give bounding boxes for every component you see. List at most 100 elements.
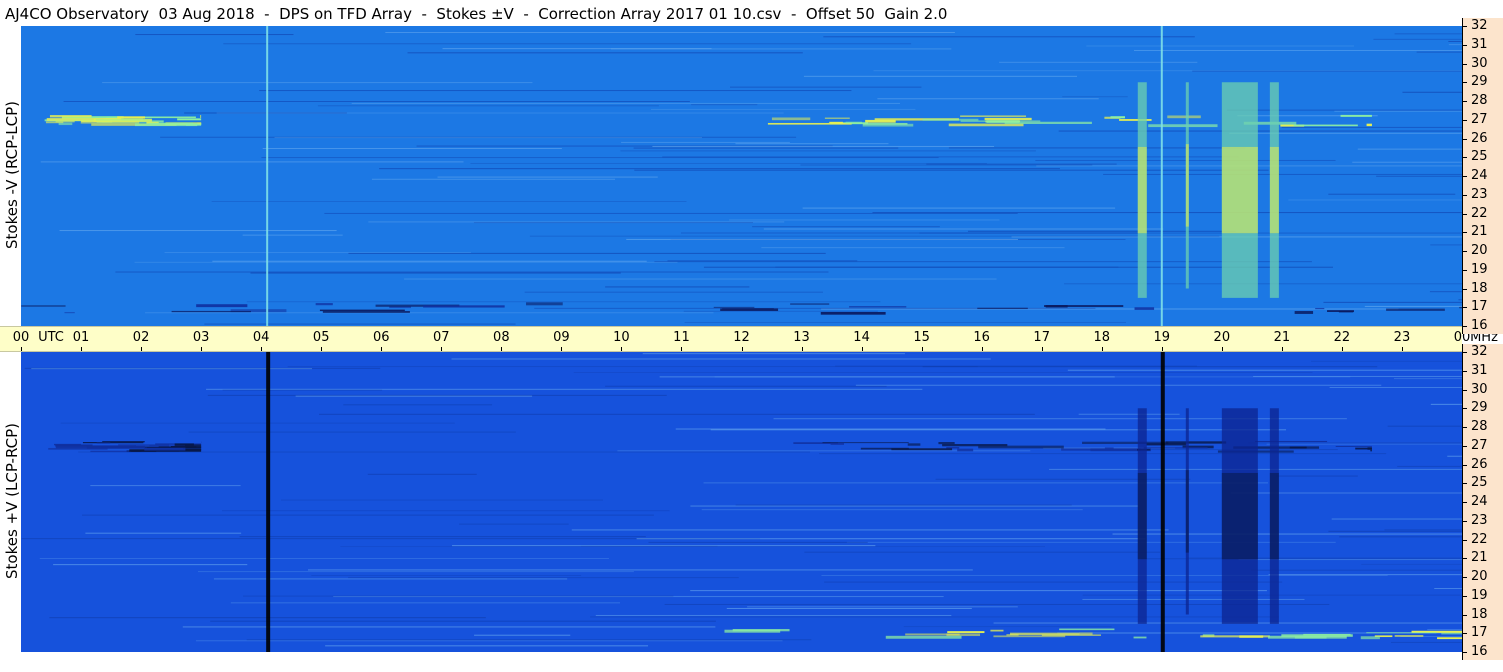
- band-segment: [177, 118, 202, 121]
- frequency-tick-label: 25: [1471, 149, 1488, 165]
- band-segment: [984, 117, 1032, 121]
- frequency-tick-mark: [1463, 138, 1467, 140]
- noise-streak: [1376, 175, 1462, 177]
- band-segment: [134, 123, 198, 127]
- band-segment: [144, 447, 186, 451]
- noise-streak: [1134, 49, 1462, 51]
- time-tick-mark: [1041, 347, 1043, 351]
- band-segment: [86, 445, 145, 449]
- time-tick-label: 15: [913, 330, 930, 345]
- noise-streak: [319, 413, 1035, 415]
- noise-streak: [1339, 536, 1462, 538]
- band-segment: [1104, 447, 1114, 449]
- frequency-tick-label: 25: [1471, 475, 1488, 491]
- noise-streak: [1226, 109, 1462, 111]
- time-tick-mark: [921, 347, 923, 351]
- noise-streak: [571, 529, 1169, 531]
- noise-streak: [246, 301, 881, 303]
- spectrogram-bottom: [21, 352, 1462, 652]
- noise-streak: [735, 143, 889, 145]
- time-tick-mark: [261, 347, 263, 351]
- noise-streak: [821, 574, 1388, 576]
- noise-streak: [1311, 360, 1462, 362]
- band-segment: [942, 444, 1008, 447]
- band-segment: [1082, 441, 1169, 445]
- noise-streak: [633, 147, 899, 149]
- time-tick-mark: [621, 347, 623, 351]
- noise-streak: [239, 536, 646, 538]
- noise-streak: [701, 509, 1083, 511]
- noise-streak: [999, 61, 1198, 63]
- noise-streak: [967, 230, 1236, 232]
- noise-streak: [222, 389, 383, 391]
- noise-streak: [404, 278, 997, 280]
- noise-streak: [371, 178, 616, 180]
- time-marker-line: [1160, 352, 1165, 652]
- band-segment: [1059, 628, 1115, 631]
- band-segment: [938, 442, 955, 445]
- band-segment: [1335, 445, 1372, 447]
- band-segment: [64, 312, 75, 314]
- noise-streak: [1416, 51, 1462, 53]
- noise-streak: [325, 645, 649, 647]
- time-tick-label: 17: [1033, 330, 1050, 345]
- noise-streak: [210, 620, 716, 622]
- time-tick-mark: [561, 347, 563, 351]
- noise-streak: [824, 581, 1283, 583]
- frequency-tick-label: 30: [1471, 55, 1488, 71]
- noise-streak: [747, 606, 1018, 608]
- frequency-tick-mark: [1463, 577, 1467, 578]
- noise-streak: [621, 141, 790, 143]
- frequency-tick-label: 32: [1471, 18, 1488, 33]
- noise-streak: [348, 252, 826, 254]
- noise-streak: [691, 104, 758, 106]
- time-tick-label: 10: [613, 330, 630, 345]
- noise-streak: [197, 571, 634, 573]
- band-segment: [1255, 440, 1328, 443]
- frequency-tick-label: 21: [1471, 224, 1488, 240]
- noise-streak: [262, 148, 562, 150]
- time-marker-line: [266, 352, 271, 652]
- band-segment: [1289, 446, 1307, 449]
- frequency-tick-mark: [1463, 26, 1467, 27]
- noise-streak: [729, 219, 1000, 221]
- frequency-tick-label: 29: [1471, 400, 1488, 416]
- noise-streak: [605, 385, 887, 387]
- band-segment: [319, 309, 405, 312]
- band-segment: [58, 122, 73, 126]
- artifact-column-core: [1137, 146, 1147, 234]
- band-segment: [55, 121, 75, 123]
- band-segment: [196, 304, 248, 308]
- noise-streak: [206, 388, 923, 390]
- noise-streak: [250, 272, 621, 274]
- noise-streak: [82, 514, 654, 516]
- frequency-tick-label: 16: [1471, 644, 1488, 659]
- frequency-tick-mark: [1463, 82, 1467, 84]
- noise-streak: [230, 602, 621, 604]
- time-tick-label: 06: [372, 330, 390, 345]
- band-segment: [1394, 635, 1424, 637]
- noise-streak: [804, 551, 1161, 553]
- time-tick-label: 23: [1393, 330, 1411, 345]
- noise-streak: [620, 150, 1036, 152]
- noise-streak: [605, 286, 750, 288]
- band-segment: [49, 115, 92, 118]
- frequency-tick-label: 19: [1471, 261, 1488, 277]
- noise-streak: [1427, 629, 1462, 631]
- noise-streak: [819, 453, 1387, 455]
- band-segment: [1134, 307, 1155, 310]
- noise-streak: [1288, 199, 1462, 201]
- band-segment: [824, 117, 850, 119]
- noise-streak: [385, 32, 955, 34]
- noise-streak: [683, 310, 878, 312]
- frequency-tick-label: 31: [1471, 362, 1488, 378]
- noise-streak: [935, 478, 1191, 480]
- noise-streak: [368, 221, 785, 223]
- band-segment: [1294, 311, 1314, 314]
- noise-streak: [1230, 492, 1462, 494]
- noise-streak: [802, 207, 1116, 209]
- noise-streak: [1328, 193, 1456, 195]
- time-unit-label: UTC: [38, 330, 64, 345]
- band-segment: [1078, 632, 1093, 635]
- frequency-tick-label: 17: [1471, 299, 1488, 315]
